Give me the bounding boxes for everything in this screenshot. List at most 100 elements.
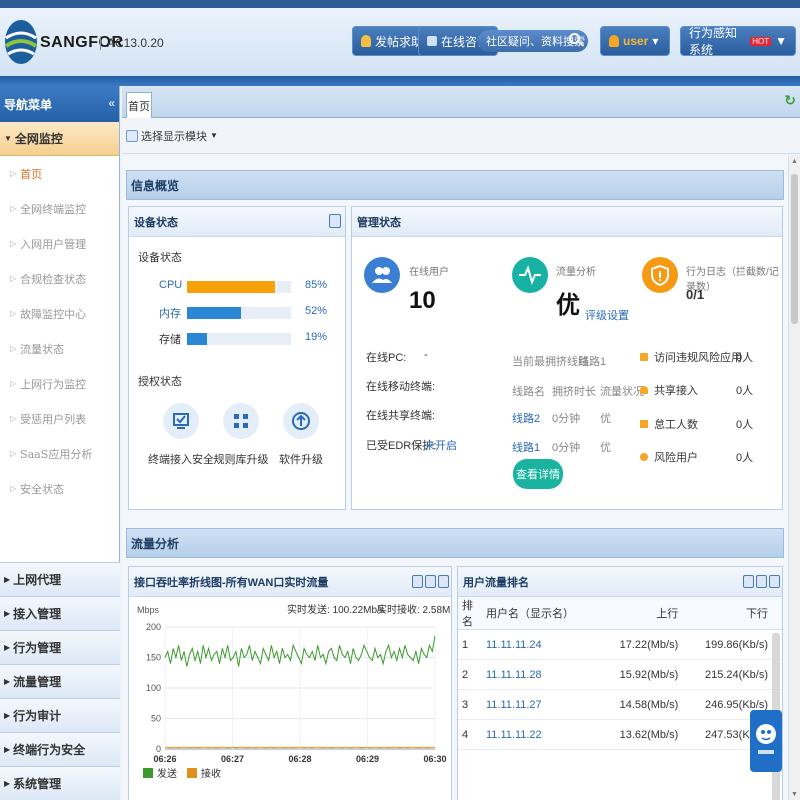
x-tick-label: 06:28 xyxy=(288,754,311,764)
dashboard-content: 信息概览 设备状态 设备状态 CPU 85% 内存 52% 存储 19% 授权状… xyxy=(122,156,788,800)
sidebar-item-security-status[interactable]: ▷ 安全状态 xyxy=(0,471,119,506)
rank-cell: 2 xyxy=(458,659,482,690)
scrollbar-thumb[interactable] xyxy=(791,174,798,324)
line-name[interactable]: 线路2 xyxy=(512,410,540,426)
sidebar-item-fault-center[interactable]: ▷ 故障监控中心 xyxy=(0,296,119,331)
sidebar-group-monitor[interactable]: ▼ 全网监控 xyxy=(0,122,119,156)
sidebar-item-label: 流量状态 xyxy=(20,342,65,356)
tab-home[interactable]: 首页 xyxy=(126,92,152,118)
sidebar-section-behavior[interactable]: ▶ 行为管理 xyxy=(0,630,120,664)
search-icon[interactable] xyxy=(569,33,580,44)
sidebar-section-system[interactable]: ▶ 系统管理 xyxy=(0,766,120,800)
export-icon[interactable] xyxy=(425,575,436,588)
col-line: 线路名 xyxy=(512,386,545,398)
grade-settings-link[interactable]: 评级设置 xyxy=(585,307,629,323)
sidebar-section-traffic[interactable]: ▶ 流量管理 xyxy=(0,664,120,698)
realtime-recv-label: 实时接收: 2.58Mb/s xyxy=(377,603,451,616)
sidebar-section-proxy[interactable]: ▶ 上网代理 xyxy=(0,562,120,596)
col-duration: 拥挤时长 xyxy=(552,386,596,398)
col-rank[interactable]: 排名 xyxy=(458,597,482,630)
line-status: 优 xyxy=(600,413,611,425)
table-row[interactable]: 2 11.11.11.28 15.92(Mb/s) 215.24(Kb/s) xyxy=(458,659,782,690)
upload-cell: 17.22(Mb/s) xyxy=(600,629,683,660)
sidebar-item-terminal-monitor[interactable]: ▷ 全网终端监控 xyxy=(0,191,119,226)
user-cell[interactable]: 11.11.11.28 xyxy=(482,659,601,690)
col-upload[interactable]: 上行 xyxy=(600,597,683,630)
collapse-icon[interactable]: « xyxy=(108,96,115,110)
memory-row: 内存 52% xyxy=(159,303,329,320)
sidebar-section-endpoint[interactable]: ▶ 终端行为安全 xyxy=(0,732,120,766)
sidebar-item-label: 故障监控中心 xyxy=(20,307,87,321)
col-user[interactable]: 用户名（显示名） xyxy=(482,597,601,630)
sidebar-item-traffic-status[interactable]: ▷ 流量状态 xyxy=(0,331,119,366)
software-upgrade-icon[interactable] xyxy=(283,403,319,439)
user-rank-head: 用户流量排名 xyxy=(458,567,782,597)
community-search-input[interactable]: 社区疑问、资料搜索 xyxy=(478,30,588,52)
device-status-panel: 设备状态 设备状态 CPU 85% 内存 52% 存储 19% 授权状态 终端接… xyxy=(128,206,346,510)
col-download[interactable]: 下行 xyxy=(682,597,782,630)
settings-icon[interactable] xyxy=(329,214,341,228)
upload-cell: 14.58(Mb/s) xyxy=(600,689,683,720)
sidebar-section-label: 上网代理 xyxy=(13,573,62,587)
caret-right-icon: ▶ xyxy=(4,779,11,788)
rule-upgrade-icon[interactable] xyxy=(223,403,259,439)
user-cell[interactable]: 11.11.11.27 xyxy=(482,689,601,720)
throughput-chart-head: 接口吞吐率折线图-所有WAN口实时流量 xyxy=(129,567,451,597)
sidebar-item-compliance[interactable]: ▷ 合规检查状态 xyxy=(0,261,119,296)
sidebar-item-saas-analysis[interactable]: ▷ SaaS应用分析 xyxy=(0,436,119,471)
sidebar-item-home[interactable]: ▷ 首页 xyxy=(0,156,119,191)
auth-item-label: 软件升级 xyxy=(279,454,323,466)
storage-label: 存储 xyxy=(159,334,181,346)
legend-swatch xyxy=(143,768,153,778)
scroll-down-icon[interactable]: ▼ xyxy=(791,791,798,798)
help-post-label: 发帖求助 xyxy=(375,34,424,49)
sidebar-section-label: 行为管理 xyxy=(13,641,62,655)
caret-right-icon: ▶ xyxy=(4,609,11,618)
assistant-widget-icon[interactable] xyxy=(750,710,782,772)
refresh-icon[interactable]: ↻ xyxy=(784,92,796,109)
sidebar-section-access[interactable]: ▶ 接入管理 xyxy=(0,596,120,630)
table-row[interactable]: 3 11.11.11.27 14.58(Mb/s) 246.95(Kb/s) xyxy=(458,689,782,720)
table-row[interactable]: 1 11.11.11.24 17.22(Mb/s) 199.86(Kb/s) xyxy=(458,629,782,660)
sidebar-item-behavior-monitor[interactable]: ▷ 上网行为监控 xyxy=(0,366,119,401)
refresh-icon[interactable] xyxy=(412,575,423,588)
page-scrollbar[interactable]: ▲ ▼ xyxy=(788,156,800,800)
sidebar-group-label: 全网监控 xyxy=(14,132,63,146)
select-module-button[interactable]: 选择显示模块 xyxy=(141,128,207,144)
user-icon xyxy=(609,35,619,47)
settings-icon[interactable] xyxy=(438,575,449,588)
line-duration: 0分钟 xyxy=(552,413,581,425)
auth-status-title: 授权状态 xyxy=(138,376,182,388)
caret-right-icon: ▶ xyxy=(4,677,11,686)
edr-value[interactable]: 未开启 xyxy=(424,437,457,453)
system-switch-button[interactable]: 行为感知系统 HOT ▼ xyxy=(680,26,796,57)
rank-cell: 4 xyxy=(458,719,482,750)
x-tick-label: 06:29 xyxy=(356,754,379,764)
export-icon[interactable] xyxy=(756,575,767,588)
user-cell[interactable]: 11.11.11.22 xyxy=(482,719,601,750)
sidebar-item-user-manage[interactable]: ▷ 入网用户管理 xyxy=(0,226,119,261)
sidebar-item-label: 首页 xyxy=(20,167,43,181)
scroll-up-icon[interactable]: ▲ xyxy=(791,158,798,165)
chevron-down-icon[interactable]: ▼ xyxy=(210,131,218,140)
device-status-head: 设备状态 xyxy=(129,207,345,237)
line-name[interactable]: 线路1 xyxy=(512,439,540,455)
sidebar-section-audit[interactable]: ▶ 行为审计 xyxy=(0,698,120,732)
behavior-log-value: 0/1 xyxy=(686,287,705,302)
idle-icon xyxy=(640,420,648,428)
arrow-icon: ▷ xyxy=(10,414,17,423)
table-row[interactable]: 4 11.11.11.22 13.62(Mb/s) 247.53(Kb/s) xyxy=(458,719,782,750)
refresh-icon[interactable] xyxy=(743,575,754,588)
device-status-subtitle: 设备状态 xyxy=(138,252,182,264)
risk-row: 风险用户 0人 xyxy=(640,449,780,465)
terminal-security-icon[interactable] xyxy=(163,403,199,439)
view-details-button[interactable]: 查看详情 xyxy=(513,459,563,489)
sidebar-item-punished-users[interactable]: ▷ 受惩用户列表 xyxy=(0,401,119,436)
user-cell[interactable]: 11.11.11.24 xyxy=(482,629,601,660)
user-menu-button[interactable]: user ▾ xyxy=(600,26,670,56)
sidebar-section-label: 接入管理 xyxy=(13,607,62,621)
main-area: 首页 ↻ 选择显示模块 ▼ 信息概览 设备状态 设备状态 CPU 85% 内存 … xyxy=(122,86,800,800)
settings-icon[interactable] xyxy=(769,575,780,588)
upload-cell: 15.92(Mb/s) xyxy=(600,659,683,690)
caret-down-icon: ▼ xyxy=(4,134,12,143)
